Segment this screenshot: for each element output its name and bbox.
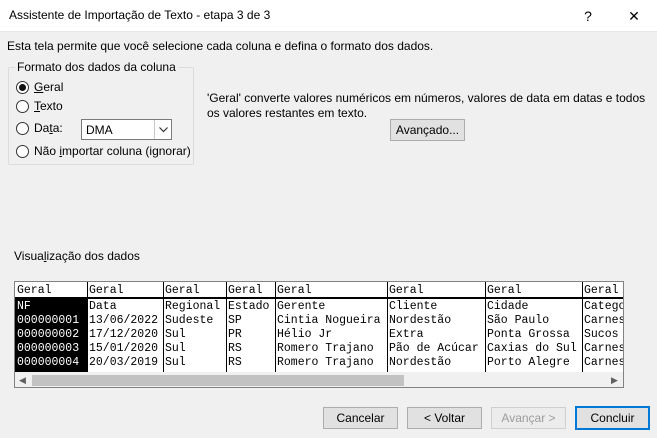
back-button-label: < Voltar <box>423 411 466 425</box>
intro-text: Esta tela permite que você selecione cad… <box>7 39 434 53</box>
column-type-header[interactable]: Geral <box>275 284 387 298</box>
preview-cell[interactable]: Sudeste <box>163 314 226 328</box>
column-type-header[interactable]: Geral <box>163 284 226 298</box>
preview-cell[interactable]: Carnes <box>582 342 623 356</box>
finish-button-label: Concluir <box>590 411 635 425</box>
title-bar: Assistente de Importação de Texto - etap… <box>0 0 657 32</box>
horizontal-scroll-thumb[interactable] <box>32 375 404 386</box>
preview-cell[interactable]: Hélio Jr <box>275 328 387 342</box>
scroll-right-icon[interactable]: ▶ <box>611 375 618 386</box>
preview-row: 000000003 15/01/2020 Sul RS Romero Trajano Pã… <box>15 342 623 356</box>
preview-cell[interactable]: RS <box>226 342 275 356</box>
preview-cell[interactable]: Caxias do Sul <box>485 342 582 356</box>
preview-cell[interactable]: SP <box>226 314 275 328</box>
radio-indicator[interactable] <box>16 99 29 113</box>
preview-cell[interactable]: Carnes <box>582 356 623 370</box>
preview-cell[interactable]: Data <box>87 300 163 314</box>
help-button[interactable]: ? <box>565 0 611 32</box>
help-icon: ? <box>584 8 592 24</box>
header-divider <box>15 297 623 299</box>
preview-cell[interactable]: 13/06/2022 <box>87 314 163 328</box>
next-button[interactable]: Avançar > <box>491 407 566 429</box>
column-type-header[interactable]: Geral <box>87 284 163 298</box>
preview-cell[interactable]: Romero Trajano <box>275 342 387 356</box>
close-icon: ✕ <box>628 7 640 24</box>
column-type-header[interactable]: Geral <box>582 284 623 298</box>
radio-geral[interactable]: Geral <box>16 80 63 94</box>
cancel-button[interactable]: Cancelar <box>323 407 398 429</box>
radio-indicator[interactable] <box>16 121 29 135</box>
radio-geral-label: Geral <box>34 80 64 94</box>
column-type-header[interactable]: Geral <box>387 284 485 298</box>
chevron-down-icon[interactable] <box>154 120 171 139</box>
preview-cell[interactable]: São Paulo <box>485 314 582 328</box>
preview-cell[interactable]: 000000002 <box>15 328 87 342</box>
preview-cell[interactable]: Nordestão <box>387 356 485 370</box>
preview-cell[interactable]: Cidade <box>485 300 582 314</box>
preview-cell[interactable]: Sucos <box>582 328 623 342</box>
preview-row: 000000004 20/03/2019 Sul RS Romero Trajano No… <box>15 356 623 370</box>
column-type-header[interactable]: Geral <box>15 284 87 298</box>
preview-row: 000000002 17/12/2020 Sul PR Hélio Jr Extra Pon… <box>15 328 623 342</box>
preview-cell[interactable]: 000000001 <box>15 314 87 328</box>
preview-cell[interactable]: PR <box>226 328 275 342</box>
preview-label: Visualização dos dados <box>14 249 140 263</box>
back-button[interactable]: < Voltar <box>407 407 482 429</box>
preview-row: 000000001 13/06/2022 Sudeste SP Cintia Nogue… <box>15 314 623 328</box>
radio-texto-label: Texto <box>34 99 63 113</box>
preview-grid[interactable]: Geral Geral Geral Geral Geral Geral Geral Geral… <box>15 282 623 372</box>
advanced-button[interactable]: Avançado... <box>390 119 465 141</box>
preview-cell[interactable]: Ponta Grossa <box>485 328 582 342</box>
preview-cell[interactable]: 15/01/2020 <box>87 342 163 356</box>
window-title: Assistente de Importação de Texto - etap… <box>9 8 271 22</box>
horizontal-scrollbar[interactable]: ◀ ▶ <box>15 372 623 387</box>
preview-cell[interactable]: RS <box>226 356 275 370</box>
preview-cell[interactable]: Cintia Nogueira <box>275 314 387 328</box>
preview-row: NF Data Regional Estado Gerente Cliente Cidade… <box>15 300 623 314</box>
radio-data[interactable]: Data: <box>16 121 63 135</box>
preview-cell[interactable]: Regional <box>163 300 226 314</box>
radio-indicator[interactable] <box>16 80 29 94</box>
format-description: 'Geral' converte valores numéricos em nú… <box>207 91 646 120</box>
column-type-header[interactable]: Geral <box>485 284 582 298</box>
column-format-legend: Formato dos dados da coluna <box>15 60 178 74</box>
preview-cell[interactable]: Gerente <box>275 300 387 314</box>
radio-indicator[interactable] <box>16 144 29 158</box>
scroll-left-icon[interactable]: ◀ <box>19 375 26 386</box>
date-format-value: DMA <box>86 123 113 137</box>
preview-cell[interactable]: Porto Alegre <box>485 356 582 370</box>
date-format-select[interactable]: DMA <box>81 119 172 140</box>
next-button-label: Avançar > <box>501 411 556 425</box>
finish-button[interactable]: Concluir <box>575 406 650 430</box>
preview-cell[interactable]: NF <box>15 300 87 314</box>
cancel-button-label: Cancelar <box>336 411 385 425</box>
radio-nao-importar[interactable]: Não importar coluna (ignorar) <box>16 144 191 158</box>
radio-data-label: Data: <box>34 121 63 135</box>
advanced-button-label: Avançado... <box>395 123 460 137</box>
preview-cell[interactable]: Sul <box>163 328 226 342</box>
preview-cell[interactable]: Extra <box>387 328 485 342</box>
preview-cell[interactable]: Nordestão <box>387 314 485 328</box>
preview-cell[interactable]: Sul <box>163 342 226 356</box>
preview-cell[interactable]: 000000004 <box>15 356 87 370</box>
preview-cell[interactable]: Sul <box>163 356 226 370</box>
column-type-header[interactable]: Geral <box>226 284 275 298</box>
preview-cell[interactable]: Catego <box>582 300 623 314</box>
preview-cell[interactable]: Pão de Acúcar <box>387 342 485 356</box>
preview-cell[interactable]: Cliente <box>387 300 485 314</box>
preview-cell[interactable]: 20/03/2019 <box>87 356 163 370</box>
preview-cell[interactable]: 17/12/2020 <box>87 328 163 342</box>
preview-cell[interactable]: Romero Trajano <box>275 356 387 370</box>
radio-nao-importar-label: Não importar coluna (ignorar) <box>34 144 191 158</box>
preview-cell[interactable]: 000000003 <box>15 342 87 356</box>
close-button[interactable]: ✕ <box>611 0 657 32</box>
preview-cell[interactable]: Estado <box>226 300 275 314</box>
preview-header-row: Geral Geral Geral Geral Geral Geral Geral Geral <box>15 284 623 298</box>
radio-texto[interactable]: Texto <box>16 99 63 113</box>
preview-cell[interactable]: Carnes <box>582 314 623 328</box>
column-format-group: Formato dos dados da coluna Geral Texto … <box>8 60 194 165</box>
data-preview[interactable]: Geral Geral Geral Geral Geral Geral Geral Geral… <box>14 281 624 388</box>
